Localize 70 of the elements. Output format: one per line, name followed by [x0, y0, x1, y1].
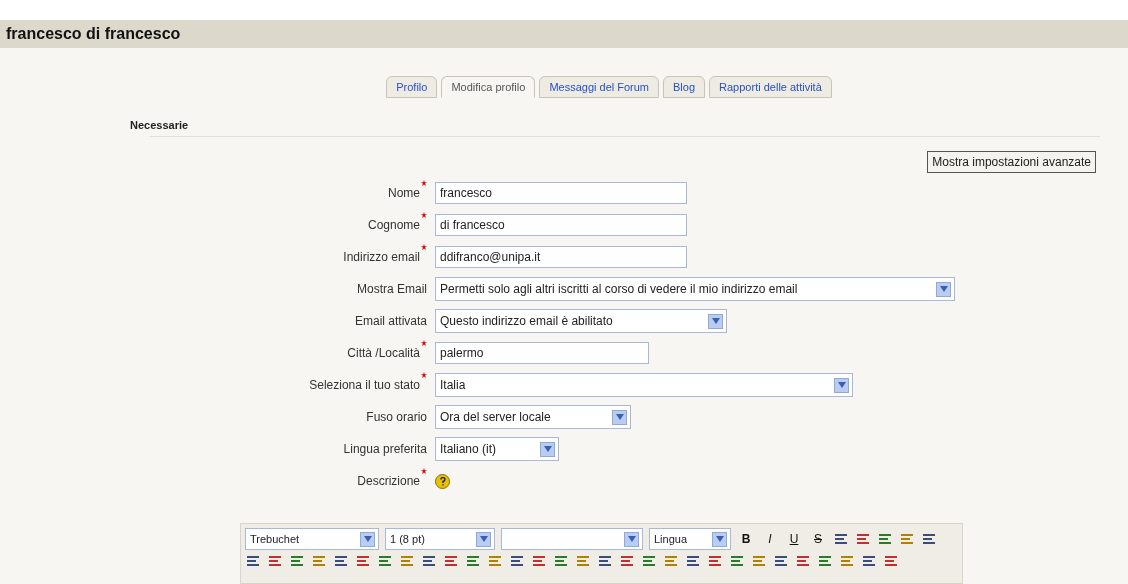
toolbar-icon[interactable]: [245, 554, 261, 568]
tab[interactable]: Messaggi del Forum: [539, 76, 660, 98]
toolbar-icon[interactable]: [663, 554, 679, 568]
toolbar-icon[interactable]: [289, 554, 305, 568]
dropdown[interactable]: Ora del server locale: [435, 405, 631, 429]
tab[interactable]: Profilo: [386, 76, 438, 98]
field-label: Descrizione: [357, 473, 420, 490]
field-label: Cognome: [367, 217, 420, 234]
editor-dropdown[interactable]: 1 (8 pt): [385, 528, 495, 550]
format-button[interactable]: I: [761, 529, 779, 549]
help-icon[interactable]: [435, 473, 450, 489]
toolbar-icon[interactable]: [399, 554, 415, 568]
toolbar-icon[interactable]: [839, 554, 855, 568]
toolbar-icon[interactable]: [487, 554, 503, 568]
format-button[interactable]: B: [737, 529, 755, 549]
text-field[interactable]: ddifranco@unipa.it: [435, 246, 687, 268]
toolbar-icon[interactable]: [333, 554, 349, 568]
toolbar-icon[interactable]: [641, 554, 657, 568]
toolbar-icon[interactable]: [817, 554, 833, 568]
toolbar-icon[interactable]: [619, 554, 635, 568]
text-field[interactable]: francesco: [435, 182, 687, 204]
field-label: Fuso orario: [366, 409, 427, 426]
toolbar-icon[interactable]: [861, 554, 877, 568]
toolbar-icon[interactable]: [707, 554, 723, 568]
dropdown[interactable]: Italia: [435, 373, 853, 397]
advanced-settings-button[interactable]: Mostra impostazioni avanzate: [927, 151, 1096, 173]
tab[interactable]: Modifica profilo: [441, 76, 536, 98]
toolbar-icon[interactable]: [751, 554, 767, 568]
toolbar-icon[interactable]: [773, 554, 789, 568]
toolbar-icon[interactable]: [443, 554, 459, 568]
format-button[interactable]: U: [785, 529, 803, 549]
dropdown[interactable]: Permetti solo agli altri iscritti al corso di vedere il mio indirizzo email: [435, 277, 955, 301]
toolbar-icon[interactable]: [883, 554, 899, 568]
toolbar-icon[interactable]: [855, 532, 871, 546]
toolbar-icon[interactable]: [729, 554, 745, 568]
toolbar-icon[interactable]: [311, 554, 327, 568]
text-field[interactable]: palermo: [435, 342, 649, 364]
toolbar-icon[interactable]: [921, 532, 937, 546]
toolbar-icon[interactable]: [509, 554, 525, 568]
toolbar-icon[interactable]: [553, 554, 569, 568]
toolbar-icon[interactable]: [877, 532, 893, 546]
field-label: Mostra Email: [357, 281, 427, 298]
dropdown[interactable]: Italiano (it): [435, 437, 559, 461]
toolbar-icon[interactable]: [421, 554, 437, 568]
field-label: Email attivata: [354, 313, 427, 330]
toolbar-icon[interactable]: [795, 554, 811, 568]
format-button[interactable]: S: [809, 529, 827, 549]
toolbar-icon[interactable]: [899, 532, 915, 546]
toolbar-icon[interactable]: [531, 554, 547, 568]
text-field[interactable]: di francesco: [435, 214, 687, 236]
field-label: Città /Località: [347, 345, 420, 362]
toolbar-icon[interactable]: [575, 554, 591, 568]
toolbar-icon[interactable]: [685, 554, 701, 568]
toolbar-icon[interactable]: [597, 554, 613, 568]
toolbar-icon[interactable]: [267, 554, 283, 568]
toolbar-icon[interactable]: [355, 554, 371, 568]
editor-dropdown[interactable]: Trebuchet: [245, 528, 379, 550]
field-label: Lingua preferita: [343, 441, 427, 458]
section-legend: Necessarie: [130, 119, 189, 131]
toolbar-icon[interactable]: [465, 554, 481, 568]
dropdown[interactable]: Questo indirizzo email è abilitato: [435, 309, 727, 333]
toolbar-icon[interactable]: [377, 554, 393, 568]
field-label: Seleziona il tuo stato: [309, 377, 420, 394]
field-label: Indirizzo email: [343, 249, 420, 266]
editor-dropdown[interactable]: Lingua: [649, 528, 731, 550]
tab[interactable]: Blog: [663, 76, 706, 98]
toolbar-icon[interactable]: [833, 532, 849, 546]
field-label: Nome: [388, 185, 420, 202]
tab[interactable]: Rapporti delle attività: [709, 76, 832, 98]
page-title: francesco di francesco: [6, 24, 181, 44]
